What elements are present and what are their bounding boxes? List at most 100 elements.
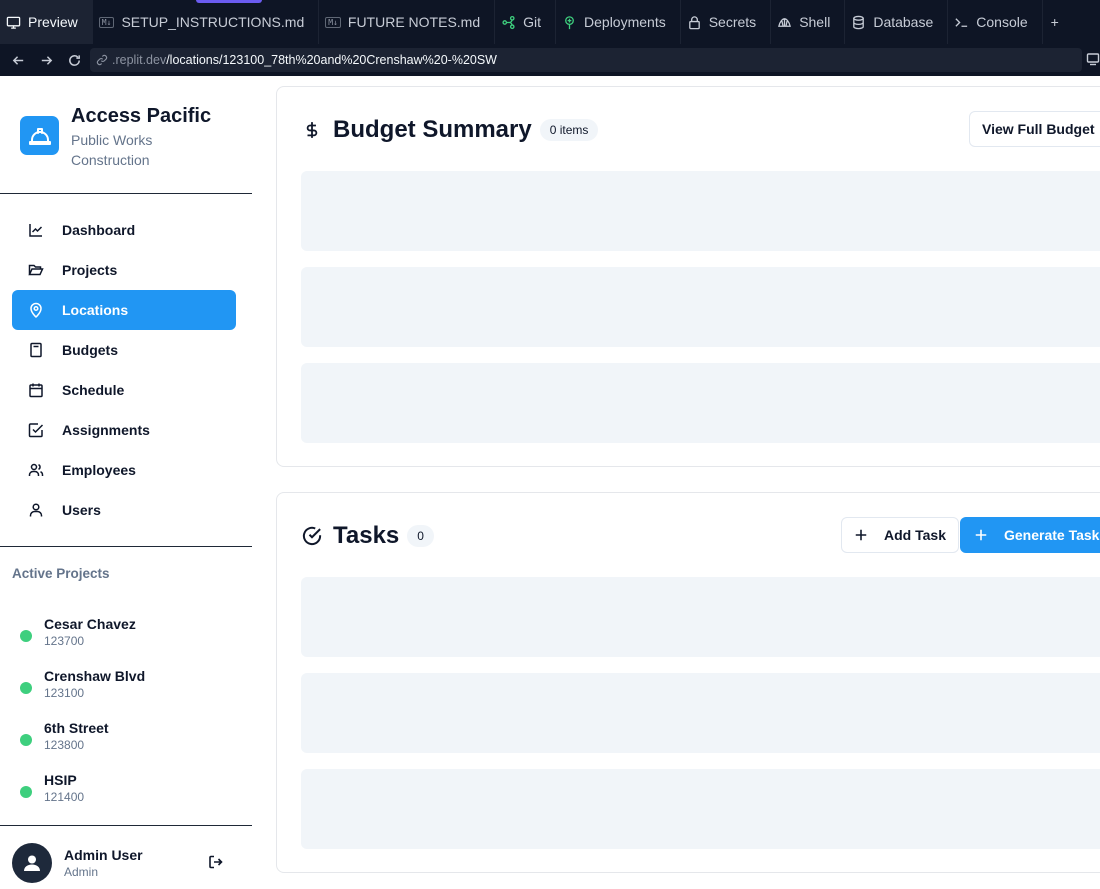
back-button[interactable] xyxy=(6,48,30,72)
tasks-skeleton-row xyxy=(301,577,1100,657)
sidebar-item-projects[interactable]: Projects xyxy=(12,250,236,290)
lock-icon xyxy=(687,15,702,30)
sidebar-item-label: Schedule xyxy=(62,382,125,398)
markdown-icon: M↓ xyxy=(325,16,341,28)
sidebar: Access Pacific Public Works Construction… xyxy=(0,76,252,889)
tab-console[interactable]: Console xyxy=(948,0,1043,44)
project-item-cesar-chavez[interactable]: Cesar Chavez 123700 xyxy=(20,606,240,658)
generate-tasks-button[interactable]: Generate Tasks xyxy=(960,517,1100,553)
active-projects-list: Cesar Chavez 123700 Crenshaw Blvd 123100… xyxy=(20,606,240,814)
sidebar-item-label: Employees xyxy=(62,462,136,478)
tab-database[interactable]: Database xyxy=(845,0,949,44)
sidebar-divider xyxy=(0,825,252,826)
budget-skeleton-row xyxy=(301,267,1100,347)
deployments-icon xyxy=(562,15,577,30)
folder-open-icon xyxy=(28,264,44,276)
forward-button[interactable] xyxy=(34,48,58,72)
sidebar-item-dashboard[interactable]: Dashboard xyxy=(12,210,236,250)
tab-shell[interactable]: Shell xyxy=(771,0,846,44)
logout-icon[interactable] xyxy=(208,854,224,870)
sidebar-item-locations[interactable]: Locations xyxy=(12,290,236,330)
active-projects-title: Active Projects xyxy=(12,566,110,581)
tasks-card: Tasks 0 Add Task Generate Tasks xyxy=(276,492,1100,873)
monitor-icon xyxy=(6,15,21,30)
plus-icon xyxy=(855,529,867,541)
markdown-icon: M↓ xyxy=(98,16,115,28)
sidebar-item-assignments[interactable]: Assignments xyxy=(12,410,236,450)
tab-label: Secrets xyxy=(708,14,757,30)
sidebar-item-label: Projects xyxy=(62,262,118,278)
project-name: 6th Street xyxy=(44,720,109,736)
link-icon xyxy=(96,54,108,66)
shell-icon xyxy=(777,15,792,30)
sidebar-item-budgets[interactable]: Budgets xyxy=(12,330,236,370)
tab-preview[interactable]: Preview xyxy=(0,0,93,44)
url-domain: .replit.dev xyxy=(112,53,167,67)
tab-future-notes[interactable]: M↓ FUTURE NOTES.md xyxy=(319,0,496,44)
reload-button[interactable] xyxy=(62,48,86,72)
arrow-right-icon xyxy=(41,55,52,65)
project-name: HSIP xyxy=(44,772,77,788)
tab-label: FUTURE NOTES.md xyxy=(347,14,481,30)
project-item-6th-street[interactable]: 6th Street 123800 xyxy=(20,710,240,762)
sidebar-item-label: Assignments xyxy=(62,422,150,438)
calculator-icon xyxy=(30,342,42,358)
sidebar-item-users[interactable]: Users xyxy=(12,490,236,530)
view-full-budget-button[interactable]: View Full Budget xyxy=(969,111,1100,147)
budget-skeleton-row xyxy=(301,171,1100,251)
tab-label: Database xyxy=(873,14,934,30)
budget-skeleton-row xyxy=(301,363,1100,443)
sidebar-divider xyxy=(0,546,252,547)
generate-tasks-label: Generate Tasks xyxy=(1004,527,1100,543)
tab-deployments[interactable]: Deployments xyxy=(556,0,681,44)
avatar[interactable] xyxy=(12,843,52,883)
status-dot xyxy=(20,682,32,694)
tab-setup-instructions[interactable]: M↓ SETUP_INSTRUCTIONS.md xyxy=(93,0,320,44)
tab-label: SETUP_INSTRUCTIONS.md xyxy=(121,14,305,30)
project-name: Crenshaw Blvd xyxy=(44,668,146,684)
database-icon xyxy=(851,15,866,30)
add-task-button[interactable]: Add Task xyxy=(841,517,959,553)
tab-git[interactable]: Git xyxy=(495,0,557,44)
project-code: 121400 xyxy=(44,790,85,804)
project-item-hsip[interactable]: HSIP 121400 xyxy=(20,762,240,814)
budget-summary-card: Budget Summary 0 items View Full Budget xyxy=(276,86,1100,467)
status-dot xyxy=(20,734,32,746)
add-task-label: Add Task xyxy=(884,527,946,543)
sidebar-item-label: Dashboard xyxy=(62,222,136,238)
brand-title: Access Pacific xyxy=(71,105,212,127)
ide-tab-bar: Preview M↓ SETUP_INSTRUCTIONS.md M↓ FUTU… xyxy=(0,0,1100,44)
tasks-skeleton-row xyxy=(301,769,1100,849)
devices-icon[interactable] xyxy=(1086,50,1100,68)
project-code: 123800 xyxy=(44,738,85,752)
check-circle-icon xyxy=(301,525,323,547)
dollar-icon xyxy=(301,119,323,141)
url-input[interactable]: .replit.dev/locations/123100_78th%20and%… xyxy=(90,48,1082,72)
sidebar-item-label: Budgets xyxy=(62,342,118,358)
sidebar-divider xyxy=(0,193,252,194)
status-dot xyxy=(20,630,32,642)
brand: Access Pacific Public Works Construction xyxy=(20,104,211,170)
project-item-crenshaw-blvd[interactable]: Crenshaw Blvd 123100 xyxy=(20,658,240,710)
users-icon xyxy=(28,463,44,476)
user-avatar-icon xyxy=(24,855,40,871)
new-tab-button[interactable]: + xyxy=(1043,14,1059,30)
plus-icon xyxy=(975,529,987,541)
sidebar-item-employees[interactable]: Employees xyxy=(12,450,236,490)
git-icon xyxy=(501,15,516,30)
user-icon xyxy=(29,503,43,517)
tab-secrets[interactable]: Secrets xyxy=(681,0,772,44)
brand-subtitle: Public Works Construction xyxy=(71,132,153,168)
tab-activity-indicator xyxy=(196,0,262,3)
arrow-left-icon xyxy=(12,55,23,65)
project-code: 123100 xyxy=(44,686,85,700)
hard-hat-icon xyxy=(20,116,59,155)
tasks-skeleton-row xyxy=(301,673,1100,753)
user-name: Admin User xyxy=(64,847,143,863)
url-path: /locations/123100_78th%20and%20Crenshaw%… xyxy=(166,53,497,67)
user-profile: Admin User Admin xyxy=(12,841,240,885)
reload-icon xyxy=(68,54,80,66)
tab-label: Deployments xyxy=(584,14,666,30)
sidebar-item-schedule[interactable]: Schedule xyxy=(12,370,236,410)
project-name: Cesar Chavez xyxy=(44,616,136,632)
